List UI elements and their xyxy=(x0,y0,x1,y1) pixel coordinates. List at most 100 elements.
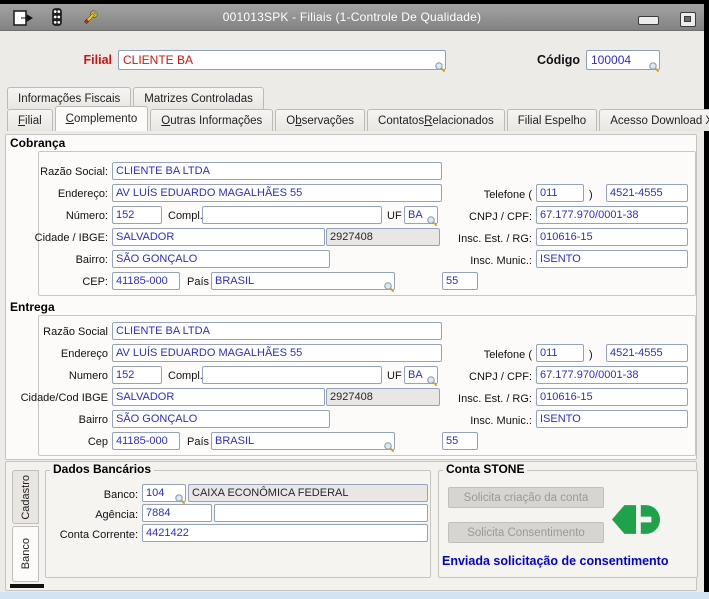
cobranca-razao-social-field[interactable]: CLIENTE BA LTDA xyxy=(112,162,442,180)
side-tab-banco[interactable]: Banco xyxy=(12,526,39,582)
conta-corrente-field[interactable]: 4421422 xyxy=(142,524,428,542)
cobranca-telefone-field[interactable]: 4521-4555 xyxy=(606,184,688,202)
lookup-icon[interactable] xyxy=(383,441,395,453)
cidade-ibge-label: Cidade/Cod IBGE xyxy=(20,392,108,404)
tab-filial[interactable]: Filial xyxy=(7,109,53,131)
entrega-insc-est-field[interactable]: 010616-15 xyxy=(536,388,688,406)
filial-label: Filial xyxy=(83,53,112,67)
entrega-insc-mun-field[interactable]: ISENTO xyxy=(536,410,688,428)
tab-acesso-download-xml[interactable]: Acesso Download XML xyxy=(599,109,709,131)
insc-mun-label: Insc. Munic.: xyxy=(470,415,532,427)
uf-label: UF xyxy=(387,370,402,382)
cobranca-insc-est-field[interactable]: 010616-15 xyxy=(536,228,688,246)
agencia-field[interactable]: 7884 xyxy=(142,504,212,522)
endereco-label: Endereço: xyxy=(57,188,108,200)
telefone-label: Telefone ( xyxy=(483,349,532,361)
bairro-label: Bairro xyxy=(78,414,108,426)
cobranca-pais-field[interactable]: BRASIL xyxy=(211,272,395,293)
window-title: 001013SPK - Filiais (1-Controle De Quali… xyxy=(222,10,482,24)
agencia-digito-field[interactable] xyxy=(214,504,428,522)
conta-corrente-label: Conta Corrente: xyxy=(59,529,138,541)
entrega-cnpj-field[interactable]: 67.177.970/0001-38 xyxy=(536,366,688,384)
entrega-endereco-field[interactable]: AV LUÍS EDUARDO MAGALHÃES 55 xyxy=(112,344,442,362)
telefone-paren-close: ) xyxy=(589,189,593,201)
side-tab-cadastro[interactable]: Cadastro xyxy=(12,470,39,524)
entrega-telefone-ddd-field[interactable]: 011 xyxy=(536,344,584,362)
entrega-razao-social-field[interactable]: CLIENTE BA LTDA xyxy=(112,322,442,340)
cnpj-label: CNPJ / CPF: xyxy=(469,371,532,383)
cobranca-compl-field[interactable] xyxy=(202,206,382,224)
tab-contatos-relacionados[interactable]: Contatos Relacionados xyxy=(367,109,505,131)
banco-label: Banco: xyxy=(103,489,138,501)
conta-stone-title: Conta STONE xyxy=(443,463,528,476)
restore-button[interactable] xyxy=(680,12,696,27)
stone-logo-icon xyxy=(611,505,661,534)
cidade-ibge-label: Cidade / IBGE: xyxy=(34,232,108,244)
pais-label: País xyxy=(187,276,210,288)
banco-nome-field: CAIXA ECONÔMICA FEDERAL xyxy=(188,484,428,502)
cobranca-numero-field[interactable]: 152 xyxy=(112,206,162,224)
filial-field[interactable]: CLIENTE BA xyxy=(118,50,446,73)
entrega-cep-field[interactable]: 41185-000 xyxy=(112,432,180,450)
insc-est-label: Insc. Est. / RG: xyxy=(458,393,532,405)
app-screen: 001013SPK - Filiais (1-Controle De Quali… xyxy=(0,0,709,599)
dados-bancarios-title: Dados Bancários xyxy=(50,463,155,476)
filial-value: CLIENTE BA xyxy=(123,53,194,67)
numero-label: Numero xyxy=(68,370,108,382)
pais-label: País xyxy=(187,436,210,448)
tab-filial-espelho[interactable]: Filial Espelho xyxy=(506,109,598,131)
app-window: 001013SPK - Filiais (1-Controle De Quali… xyxy=(0,4,709,592)
cep-label: Cep xyxy=(87,436,108,448)
lookup-icon[interactable] xyxy=(648,61,660,73)
minimize-button[interactable] xyxy=(638,16,659,25)
agencia-label: Agência: xyxy=(95,509,138,521)
window-bottom-edge xyxy=(0,592,709,599)
solicita-consentimento-button[interactable]: Solicita Consentimento xyxy=(448,522,604,543)
numero-label: Número: xyxy=(65,210,108,222)
tab-observacoes[interactable]: Ob servações xyxy=(275,109,366,131)
title-bar: 001013SPK - Filiais (1-Controle De Quali… xyxy=(0,4,704,31)
entrega-compl-field[interactable] xyxy=(202,366,382,384)
lookup-icon[interactable] xyxy=(434,61,446,73)
uf-label: UF xyxy=(387,210,402,222)
telefone-label: Telefone ( xyxy=(483,189,532,201)
cobranca-endereco-field[interactable]: AV LUÍS EDUARDO MAGALHÃES 55 xyxy=(112,184,442,202)
entrega-telefone-field[interactable]: 4521-4555 xyxy=(606,344,688,362)
cobranca-cnpj-field[interactable]: 67.177.970/0001-38 xyxy=(536,206,688,224)
side-tab-banco-label: Banco xyxy=(19,538,32,570)
cobranca-title: Cobrança xyxy=(10,136,66,150)
endereco-label: Endereço xyxy=(60,348,108,360)
solicita-criacao-conta-button[interactable]: Solicita criação da conta xyxy=(448,487,604,508)
banco-codigo-value: 104 xyxy=(146,487,165,499)
codigo-label: Código xyxy=(536,53,580,67)
cobranca-cidade-field[interactable]: SALVADOR xyxy=(112,228,325,246)
entrega-bairro-field[interactable]: SÃO GONÇALO xyxy=(112,410,330,428)
entrega-cidade-field[interactable]: SALVADOR xyxy=(112,388,325,406)
cobranca-telefone-ddd-field[interactable]: 011 xyxy=(536,184,584,202)
compl-label: Compl. xyxy=(168,210,203,222)
entrega-pais-field[interactable]: BRASIL xyxy=(211,432,395,453)
codigo-field[interactable]: 100004 xyxy=(586,50,660,73)
codigo-value: 100004 xyxy=(591,53,632,67)
cobranca-cep-field[interactable]: 41185-000 xyxy=(112,272,180,290)
bairro-label: Bairro: xyxy=(75,254,108,266)
entrega-pais-codigo-field[interactable]: 55 xyxy=(442,432,478,450)
cobranca-bairro-field[interactable]: SÃO GONÇALO xyxy=(112,250,330,268)
cnpj-label: CNPJ / CPF: xyxy=(469,211,532,223)
razao-social-label: Razão Social xyxy=(43,326,108,338)
insc-mun-label: Insc. Munic.: xyxy=(470,255,532,267)
cobranca-insc-mun-field[interactable]: ISENTO xyxy=(536,250,688,268)
telefone-paren-close: ) xyxy=(589,349,593,361)
cobranca-pais-codigo-field[interactable]: 55 xyxy=(442,272,478,290)
restore-glyph xyxy=(684,16,691,22)
entrega-pais-value: BRASIL xyxy=(215,435,255,447)
tab-outras-informacoes[interactable]: Outras Informações xyxy=(150,109,274,131)
lookup-icon[interactable] xyxy=(383,281,395,293)
razao-social-label: Razão Social: xyxy=(40,166,108,178)
active-tab-indicator xyxy=(10,584,44,588)
entrega-numero-field[interactable]: 152 xyxy=(112,366,162,384)
insc-est-label: Insc. Est. / RG: xyxy=(458,233,532,245)
tab-complemento[interactable]: Complemento xyxy=(54,106,149,131)
entrega-title: Entrega xyxy=(10,300,55,314)
banco-codigo-field[interactable]: 104 xyxy=(142,484,186,505)
